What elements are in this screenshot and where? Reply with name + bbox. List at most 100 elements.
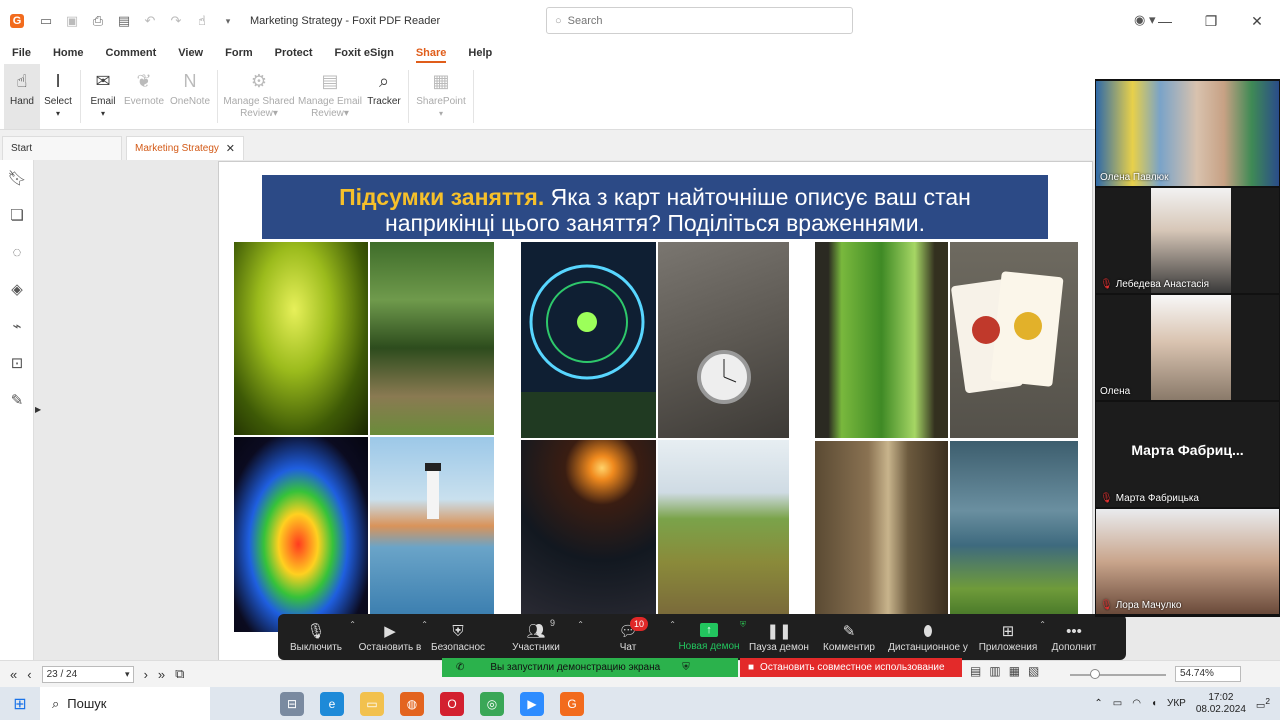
first-page-icon[interactable]: « [10, 667, 17, 682]
network-icon[interactable]: ◠ [1132, 698, 1141, 709]
clock-date: 08.02.2024 [1195, 703, 1246, 715]
open-folder-icon[interactable]: ▭ [38, 13, 54, 29]
search-box[interactable]: ○ [546, 7, 853, 34]
security-button[interactable]: ⛨ Безопаснос [426, 614, 490, 660]
onenote-button[interactable]: N OneNote [167, 64, 213, 129]
firefox-icon[interactable]: ◍ [400, 691, 424, 716]
bookmark-icon[interactable]: 🔖︎ [0, 160, 34, 197]
single-page-icon[interactable]: ▤ [970, 664, 981, 678]
menu-form[interactable]: Form [225, 47, 253, 59]
print-icon[interactable]: ⎙ [90, 13, 106, 29]
zoom-slider[interactable] [1070, 669, 1166, 679]
restore-icon[interactable]: ❐ [1188, 13, 1234, 30]
remote-control-button[interactable]: ⬮ Дистанционное у [884, 614, 972, 660]
expand-panel-icon[interactable]: ▶ [35, 405, 41, 414]
tray-chevron-icon[interactable]: ⌃ [1094, 698, 1102, 709]
close-tab-icon[interactable]: ✕ [226, 142, 235, 155]
continuous-page-icon[interactable]: ▥ [989, 664, 1000, 678]
menu-protect[interactable]: Protect [275, 47, 313, 59]
annotate-button[interactable]: ✎ Комментир [814, 614, 884, 660]
zoom-icon[interactable]: ▶ [520, 691, 544, 716]
manage-shared-review-button[interactable]: ⚙ Manage Shared Review▾ [222, 64, 296, 129]
save-icon[interactable]: ▣ [64, 13, 80, 29]
last-page-icon[interactable]: » [158, 667, 165, 682]
pause-icon: ❚❚ [766, 622, 792, 640]
select-button[interactable]: Ⅰ Select ▾ [40, 64, 76, 129]
manage-email-review-button[interactable]: ▤ Manage Email Review▾ [296, 64, 364, 129]
page-view-icon[interactable]: ⧉ [175, 666, 184, 682]
zoom-field[interactable]: 54.74% [1175, 666, 1241, 682]
clock[interactable]: 17:02 08.02.2024 [1196, 692, 1246, 716]
new-share-button[interactable]: ↑ Новая демон ⛨ [674, 614, 746, 660]
file-explorer-icon[interactable]: ▭ [360, 691, 384, 716]
video-tile[interactable]: Олена Павлюк [1096, 81, 1279, 186]
participants-button[interactable]: 👥︎ 9 Участники ⌃ [490, 614, 584, 660]
menu-file[interactable]: File [12, 47, 31, 59]
hand-tool-icon[interactable]: ☝ [194, 13, 210, 29]
email-button[interactable]: ✉ Email ▾ [85, 64, 121, 129]
stop-share-button[interactable]: ■ Остановить совместное использование [740, 658, 962, 677]
menu-home[interactable]: Home [53, 47, 84, 59]
redo-icon[interactable]: ↷ [168, 13, 184, 29]
volume-icon[interactable]: ◖ [1151, 698, 1157, 709]
undo-icon[interactable]: ↶ [142, 13, 158, 29]
close-icon[interactable]: ✕ [1234, 13, 1280, 30]
foxit-logo-icon[interactable]: G [10, 14, 24, 28]
tracker-label: Tracker [367, 96, 401, 107]
apps-button[interactable]: ⊞ Приложения ⌃ [972, 614, 1046, 660]
tab-marketing-strategy[interactable]: Marketing Strategy ✕ [126, 136, 244, 160]
zoom-slider-knob[interactable] [1090, 669, 1100, 679]
video-tile[interactable]: 🎙︎ Лебедева Анастасія [1096, 188, 1279, 293]
taskbar-search[interactable]: ⌕ Пошук [40, 687, 210, 720]
tracker-button[interactable]: ⌕ Tracker [364, 64, 404, 129]
signature-icon[interactable]: ✎ [0, 382, 34, 419]
battery-icon[interactable]: ▭ [1113, 698, 1122, 709]
security-icon[interactable]: ⊡ [0, 345, 34, 382]
menu-share[interactable]: Share [415, 47, 446, 63]
video-tile[interactable]: Олена [1096, 295, 1279, 400]
chrome-icon[interactable]: ◎ [480, 691, 504, 716]
share-screen-icon: ↑ [700, 622, 718, 637]
video-tile[interactable]: 🎙︎ Лора Мачулко [1096, 509, 1279, 614]
tab-start[interactable]: Start [2, 136, 122, 160]
pages-icon[interactable]: ❏ [0, 197, 34, 234]
evernote-button[interactable]: ❦ Evernote [121, 64, 167, 129]
stop-icon: ■ [748, 662, 755, 673]
layers-icon[interactable]: ◈ [0, 271, 34, 308]
previous-page-icon[interactable]: ‹ [27, 667, 31, 682]
stop-video-button[interactable]: ▶︎ Остановить в ⌃ [354, 614, 428, 660]
attachment-icon[interactable]: ⌁ [0, 308, 34, 345]
minimize-icon[interactable]: — [1142, 13, 1188, 29]
comments-icon[interactable]: ◌ [0, 234, 34, 271]
windows-start-icon[interactable]: ⊞ [0, 687, 40, 720]
participant-name: Олена Павлюк [1100, 172, 1169, 183]
notification-icon[interactable]: ▭2 [1256, 696, 1270, 711]
menu-foxit-esign[interactable]: Foxit eSign [335, 47, 394, 59]
chat-button[interactable]: 💬︎ 10 Чат ⌃ [582, 614, 676, 660]
foxit-taskbar-icon[interactable]: G [560, 691, 584, 716]
edge-icon[interactable]: e [320, 691, 344, 716]
properties-icon[interactable]: ▤ [116, 13, 132, 29]
next-page-icon[interactable]: › [144, 667, 148, 682]
facing-page-icon[interactable]: ▦ [1009, 664, 1020, 678]
menu-view[interactable]: View [178, 47, 203, 59]
sharepoint-button[interactable]: ▦ SharePoint ▾ [413, 64, 469, 129]
customize-dropdown-icon[interactable]: ▾ [220, 13, 236, 29]
opera-icon[interactable]: O [440, 691, 464, 716]
card-swan-lake [950, 441, 1078, 615]
participant-display-name: Марта Фабриц... [1131, 442, 1244, 458]
search-input[interactable] [567, 14, 828, 27]
more-button[interactable]: ••• Дополнит [1044, 614, 1104, 660]
search-icon: ⌕ [52, 695, 60, 711]
task-view-icon[interactable]: ⊟ [280, 691, 304, 716]
video-tile[interactable]: Марта Фабриц... 🎙︎ Марта Фабрицька [1096, 402, 1279, 507]
mute-button[interactable]: 🎙︎ Выключить ⌃ [278, 614, 356, 660]
search-icon: ○ [555, 14, 562, 27]
page-number-field[interactable]: 23 / 24 [41, 665, 134, 683]
language-indicator[interactable]: УКР [1167, 698, 1186, 709]
pause-share-button[interactable]: ❚❚ Пауза демон [744, 614, 814, 660]
menu-help[interactable]: Help [468, 47, 492, 59]
menu-comment[interactable]: Comment [106, 47, 157, 59]
continuous-facing-icon[interactable]: ▧ [1028, 664, 1039, 678]
hand-button[interactable]: ☝ Hand [4, 64, 40, 129]
